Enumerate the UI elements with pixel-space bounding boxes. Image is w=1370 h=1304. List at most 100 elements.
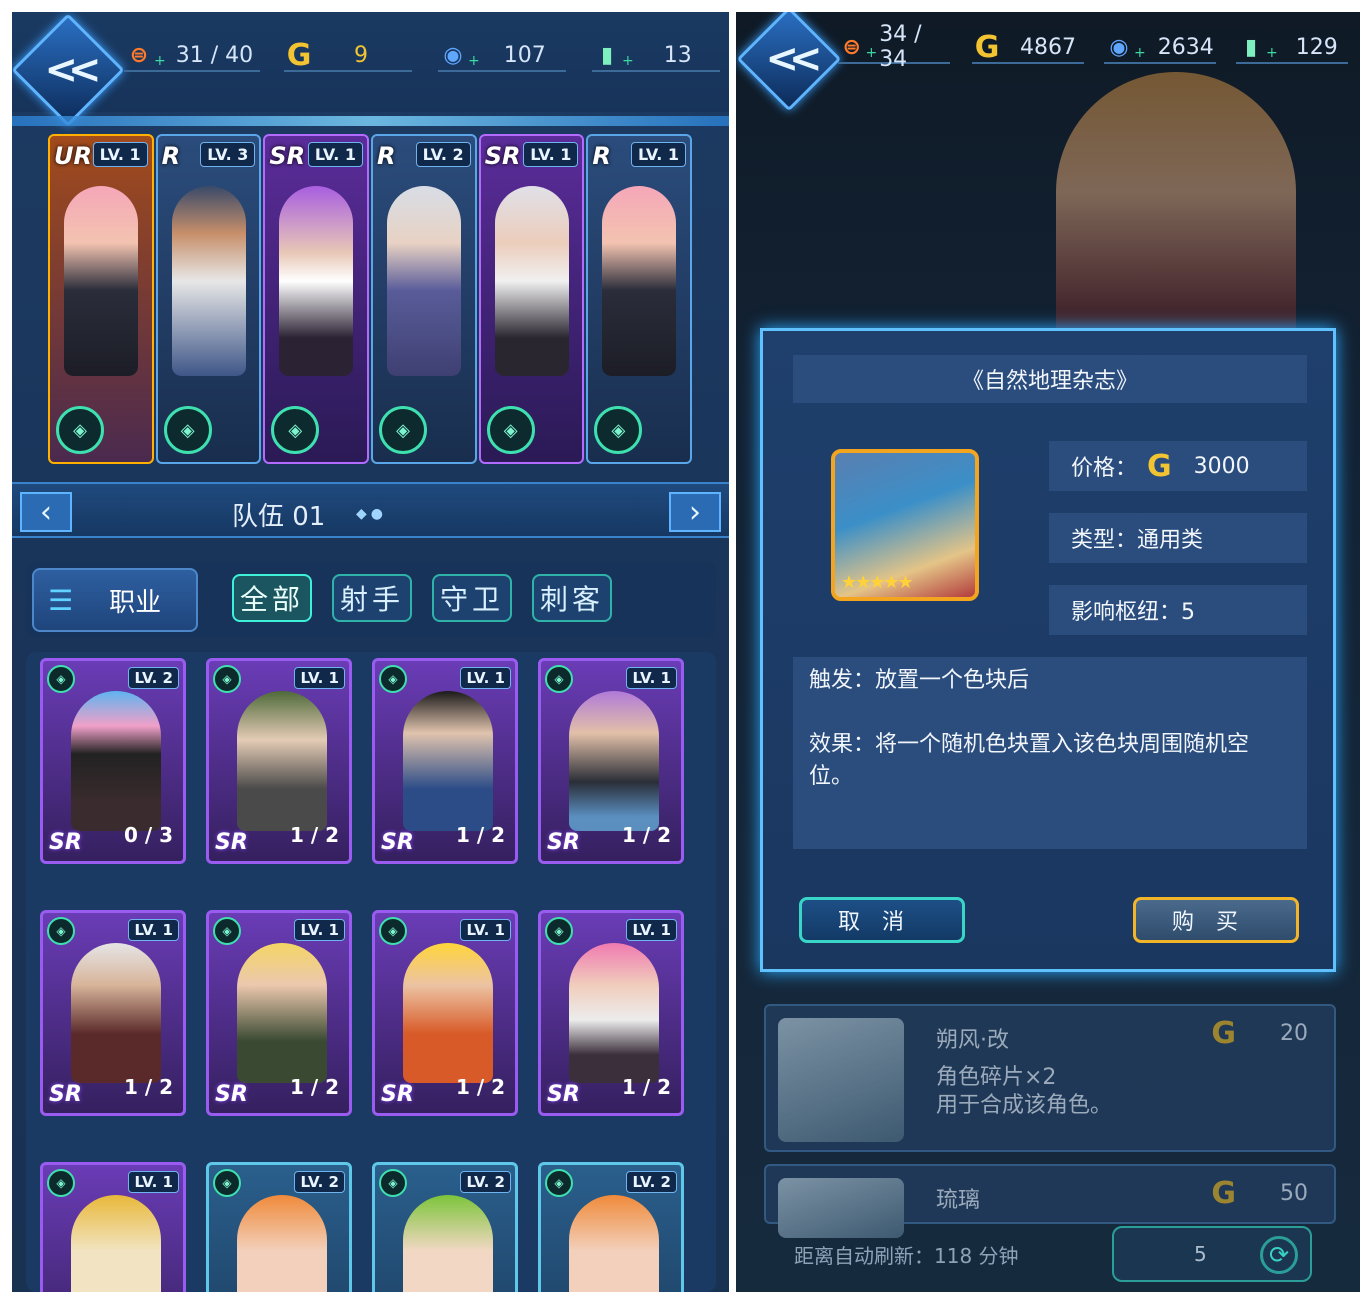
character-card[interactable]: ◈ LV. 2 0 / 3 SR xyxy=(40,658,186,864)
chevron-right-icon[interactable]: › xyxy=(669,492,721,532)
page-indicator: ◆● xyxy=(356,506,387,522)
character-card[interactable]: ◈ LV. 1 1 / 2 SR xyxy=(538,910,684,1116)
stamina-icon: ⊜ xyxy=(842,34,861,60)
team-slot[interactable]: R LV. 2 ◈ xyxy=(371,134,477,464)
rarity-label: R xyxy=(592,142,611,170)
gold-counter: G 9 xyxy=(284,38,412,73)
price-label: 价格： xyxy=(1071,456,1138,481)
filter-shooter[interactable]: 射手 xyxy=(332,574,412,622)
item-name: 朔风·改 xyxy=(936,1028,1009,1053)
refresh-timer: 距离自动刷新：118 分钟 xyxy=(794,1244,1019,1268)
character-card[interactable]: ◈ LV. 1 1 / 2 SR xyxy=(206,910,352,1116)
team-slot[interactable]: SR LV. 1 ◈ xyxy=(478,134,585,464)
class-emblem-icon: ◈ xyxy=(545,917,573,945)
level-badge: LV. 1 xyxy=(92,142,148,167)
refresh-icon: ⟳ xyxy=(1260,1236,1298,1274)
character-card[interactable]: ◈ LV. 1 1 / 2 SR xyxy=(538,658,684,864)
class-emblem-icon: ◈ xyxy=(47,665,75,693)
team-slot[interactable]: UR LV. 1 ◈ xyxy=(48,134,154,464)
character-card[interactable]: ◈ LV. 1 1 / 2 SR xyxy=(206,658,352,864)
job-label: 职业 xyxy=(109,587,162,618)
back-button[interactable]: << xyxy=(736,12,842,112)
item-thumbnail xyxy=(778,1018,904,1142)
plus-icon[interactable]: + xyxy=(1134,45,1146,61)
price-value: 3000 xyxy=(1193,453,1250,479)
character-portrait xyxy=(237,943,327,1083)
character-card[interactable]: ◈ LV. 2 xyxy=(372,1162,518,1292)
rarity-label: SR xyxy=(49,830,82,855)
level-badge: LV. 1 xyxy=(128,919,179,941)
character-card[interactable]: ◈ LV. 1 1 / 2 SR xyxy=(40,910,186,1116)
rarity-label: SR xyxy=(547,1082,580,1107)
plus-icon[interactable]: + xyxy=(468,53,480,69)
influence-row: 影响枢纽：5 xyxy=(1049,585,1307,635)
character-card[interactable]: ◈ LV. 2 xyxy=(206,1162,352,1292)
dialog-title: 《自然地理杂志》 xyxy=(793,355,1307,403)
class-emblem-icon: ◈ xyxy=(594,406,643,454)
team-slot[interactable]: SR LV. 1 ◈ xyxy=(263,134,370,464)
character-card[interactable]: ◈ LV. 2 xyxy=(538,1162,684,1292)
team-selector: ‹ 队伍 01 ◆● › xyxy=(12,482,729,538)
character-roster: ◈ LV. 2 0 / 3 SR ◈ LV. 1 1 / 2 SR ◈ LV. 1 1 / 2 S… xyxy=(26,652,716,1292)
level-badge: LV. 2 xyxy=(294,1171,345,1193)
character-portrait xyxy=(569,691,659,831)
gem-icon: ◉ xyxy=(443,42,463,68)
shop-item[interactable]: 朔风·改 G 20 角色碎片×2 用于合成该角色。 xyxy=(764,1004,1336,1152)
character-card[interactable]: ◈ LV. 1 1 / 2 SR xyxy=(372,910,518,1116)
level-badge: LV. 1 xyxy=(460,667,511,689)
filter-all[interactable]: 全部 xyxy=(232,574,312,622)
level-badge: LV. 1 xyxy=(294,919,345,941)
character-card[interactable]: ◈ LV. 1 xyxy=(40,1162,186,1292)
shop-item[interactable]: 琉璃 G 50 xyxy=(764,1164,1336,1238)
team-slot[interactable]: R LV. 1 ◈ xyxy=(586,134,693,464)
bottle-value: 13 xyxy=(663,42,692,68)
team-screen: << ⊜ + 31 / 40 G 9 ◉ + 107 ▮ + 13 UR LV. 1 ◈ … xyxy=(12,12,729,1292)
bottle-icon: ▮ xyxy=(600,42,614,68)
plus-icon[interactable]: + xyxy=(865,45,877,61)
shard-progress: 0 / 3 xyxy=(123,823,173,847)
character-card[interactable]: ◈ LV. 1 1 / 2 SR xyxy=(372,658,518,864)
rarity-label: SR xyxy=(547,830,580,855)
refresh-button[interactable]: 5 ⟳ xyxy=(1112,1226,1312,1282)
team-slot[interactable]: R LV. 3 ◈ xyxy=(155,134,262,464)
character-portrait xyxy=(403,1195,493,1292)
shop-screen: << ⊜ + 34 / 34 G 4867 ◉ + 2634 ▮ + 129 朔风·改… xyxy=(736,12,1360,1292)
chevron-left-icon[interactable]: ‹ xyxy=(20,492,72,532)
plus-icon[interactable]: + xyxy=(154,53,166,69)
top-bar: << ⊜ + 34 / 34 G 4867 ◉ + 2634 ▮ + 129 xyxy=(736,12,1360,112)
stamina-value: 34 / 34 xyxy=(879,22,922,72)
top-bar: << ⊜ + 31 / 40 G 9 ◉ + 107 ▮ + 13 xyxy=(12,12,729,127)
rarity-label: SR xyxy=(381,830,414,855)
divider xyxy=(12,116,729,126)
gold-value: 9 xyxy=(354,42,368,68)
level-badge: LV. 2 xyxy=(460,1171,511,1193)
shard-progress: 1 / 2 xyxy=(455,1075,505,1099)
filter-assassin[interactable]: 刺客 xyxy=(532,574,612,622)
cancel-button[interactable]: 取消 xyxy=(799,897,965,943)
plus-icon[interactable]: + xyxy=(622,53,634,69)
buy-button[interactable]: 购买 xyxy=(1133,897,1299,943)
item-image: ★★★★★ xyxy=(831,449,979,601)
job-button[interactable]: ☰ 职业 xyxy=(32,568,198,632)
class-emblem-icon: ◈ xyxy=(379,406,428,454)
level-badge: LV. 3 xyxy=(200,142,256,167)
item-name: 琉璃 xyxy=(936,1188,981,1213)
filter-guard[interactable]: 守卫 xyxy=(432,574,512,622)
stamina-counter: ⊜ + 34 / 34 xyxy=(838,22,950,72)
shard-progress: 1 / 2 xyxy=(289,1075,339,1099)
trigger-text: 触发：放置一个色块后 xyxy=(809,668,1030,693)
class-emblem-icon: ◈ xyxy=(213,1169,241,1197)
character-portrait xyxy=(387,186,462,376)
back-button[interactable]: << xyxy=(12,13,125,127)
shard-progress: 1 / 2 xyxy=(621,823,671,847)
double-chevron-left-icon: << xyxy=(44,47,92,93)
rarity-label: SR xyxy=(381,1082,414,1107)
rarity-label: SR xyxy=(484,142,521,170)
price-value: 50 xyxy=(1280,1181,1308,1206)
plus-icon[interactable]: + xyxy=(1266,45,1278,61)
price-value: 20 xyxy=(1280,1021,1308,1046)
character-portrait xyxy=(569,1195,659,1292)
class-emblem-icon: ◈ xyxy=(379,665,407,693)
purchase-dialog: 《自然地理杂志》 ★★★★★ 价格： G 3000 类型：通用类 影响枢纽：5 … xyxy=(760,328,1336,972)
refresh-cost: 5 xyxy=(1194,1242,1207,1266)
